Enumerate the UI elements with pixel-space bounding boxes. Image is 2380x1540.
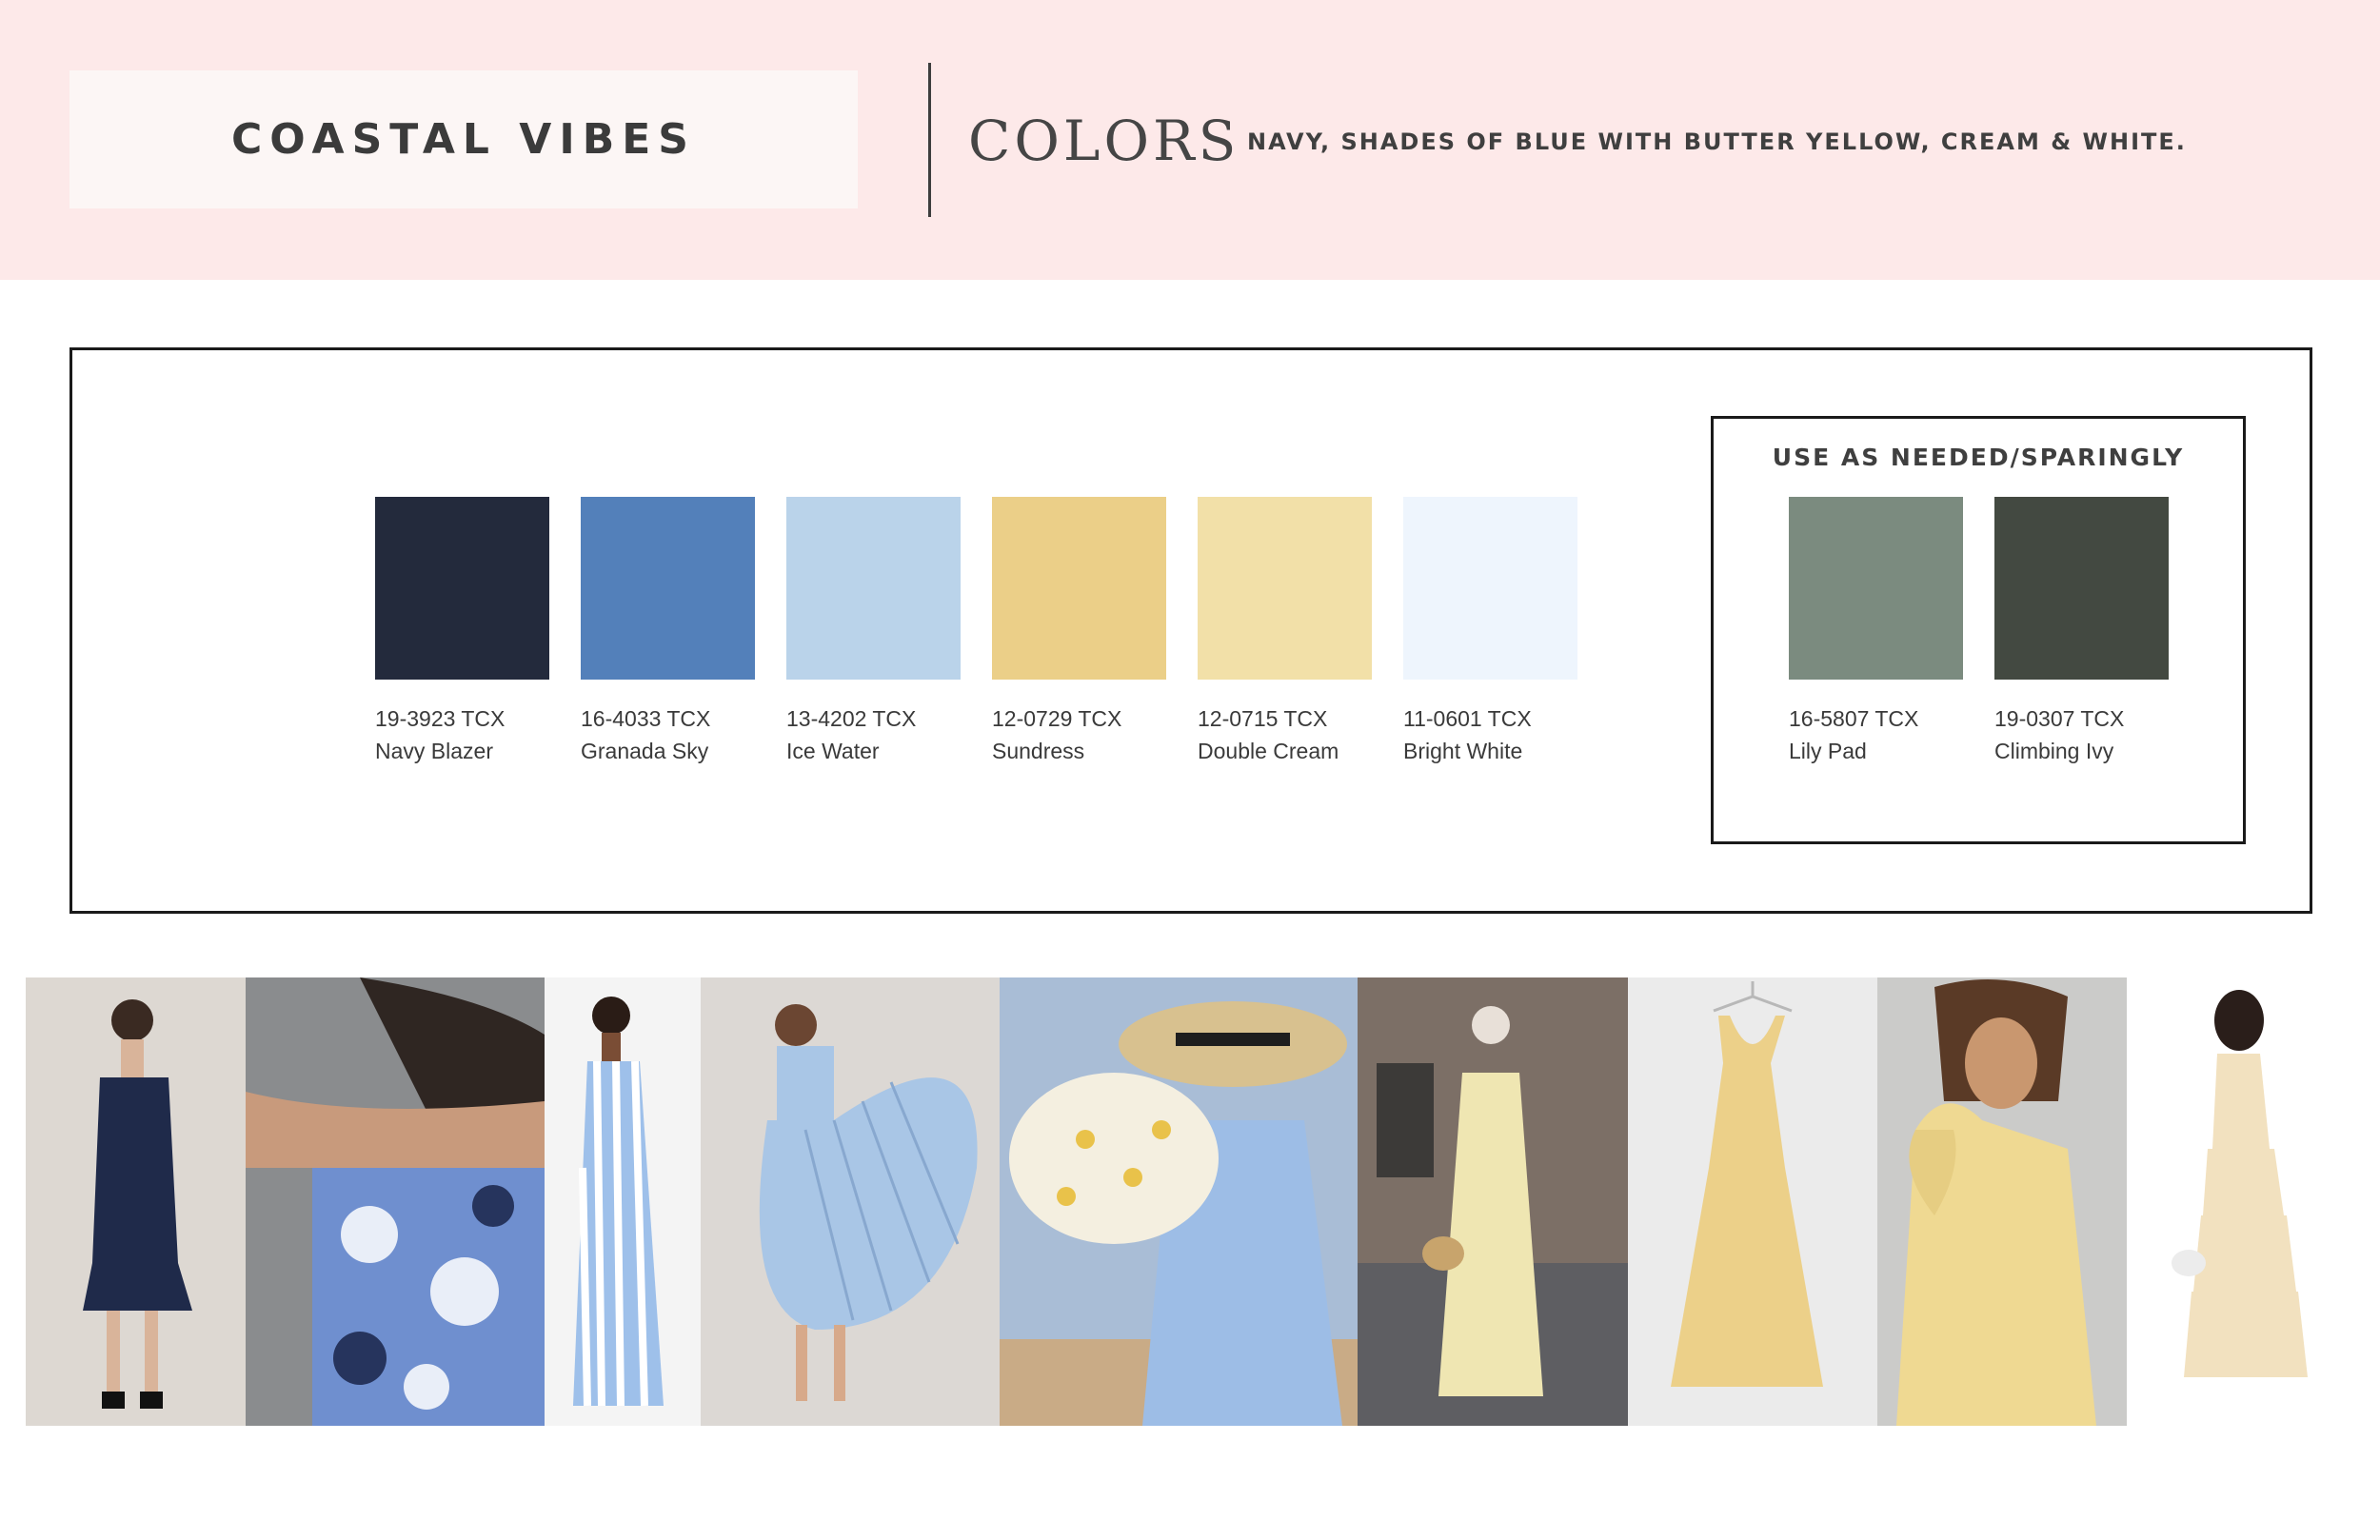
photo-yellow-slip-street-image [1358,977,1628,1426]
photo-floral-top [246,977,545,1426]
colors-heading: COLORS [968,109,1240,173]
swatch-sundress [992,497,1166,680]
photo-yellow-midi-hanger-image [1628,977,1877,1426]
photo-floral-top-image [246,977,545,1426]
swatch-code: 13-4202 TCX [786,706,917,731]
swatch-bright-white [1403,497,1577,680]
swatch-ice-water [786,497,961,680]
photo-daisies-straw-hat-image [1000,977,1358,1426]
swatch-name: Double Cream [1198,739,1339,763]
photo-daisies-straw-hat [1000,977,1358,1426]
swatch-name: Lily Pad [1789,739,1867,763]
swatch-code: 19-3923 TCX [375,706,506,731]
colors-description: NAVY, SHADES OF BLUE WITH BUTTER YELLOW,… [1247,128,2187,155]
photo-pleated-skirt-image [701,977,1000,1426]
photo-navy-dress [26,977,246,1426]
swatch-lily-pad [1789,497,1963,680]
photo-yellow-midi-hanger [1628,977,1877,1426]
swatch-code: 16-5807 TCX [1789,706,1919,731]
swatch-name: Climbing Ivy [1994,739,2114,763]
photo-pleated-skirt [701,977,1000,1426]
page-title: COASTAL VIBES [231,115,696,164]
swatch-name: Ice Water [786,739,880,763]
swatch-code: 12-0729 TCX [992,706,1122,731]
swatch-climbing-ivy [1994,497,2169,680]
header-divider [928,63,931,217]
sparing-title: USE AS NEEDED/SPARINGLY [1772,444,2185,471]
swatch-granada-sky [581,497,755,680]
swatch-code: 16-4033 TCX [581,706,711,731]
swatch-code: 11-0601 TCX [1403,706,1532,731]
swatch-name: Sundress [992,739,1085,763]
photo-one-shoulder-ruffle [1877,977,2127,1426]
swatch-navy-blazer [375,497,549,680]
photo-strip [26,977,2354,1426]
photo-one-shoulder-ruffle-image [1877,977,2127,1426]
photo-striped-maxi-image [545,977,701,1426]
photo-yellow-slip-street [1358,977,1628,1426]
swatch-code: 19-0307 TCX [1994,706,2125,731]
photo-navy-dress-image [26,977,246,1426]
swatch-code: 12-0715 TCX [1198,706,1328,731]
swatch-double-cream [1198,497,1372,680]
swatch-name: Bright White [1403,739,1523,763]
photo-cream-tiered-maxi-image [2127,977,2354,1426]
swatch-name: Navy Blazer [375,739,493,763]
photo-striped-maxi [545,977,701,1426]
title-box: COASTAL VIBES [69,70,858,208]
header-banner: COASTAL VIBES COLORS NAVY, SHADES OF BLU… [0,0,2380,280]
photo-cream-tiered-maxi [2127,977,2354,1426]
swatch-name: Granada Sky [581,739,709,763]
